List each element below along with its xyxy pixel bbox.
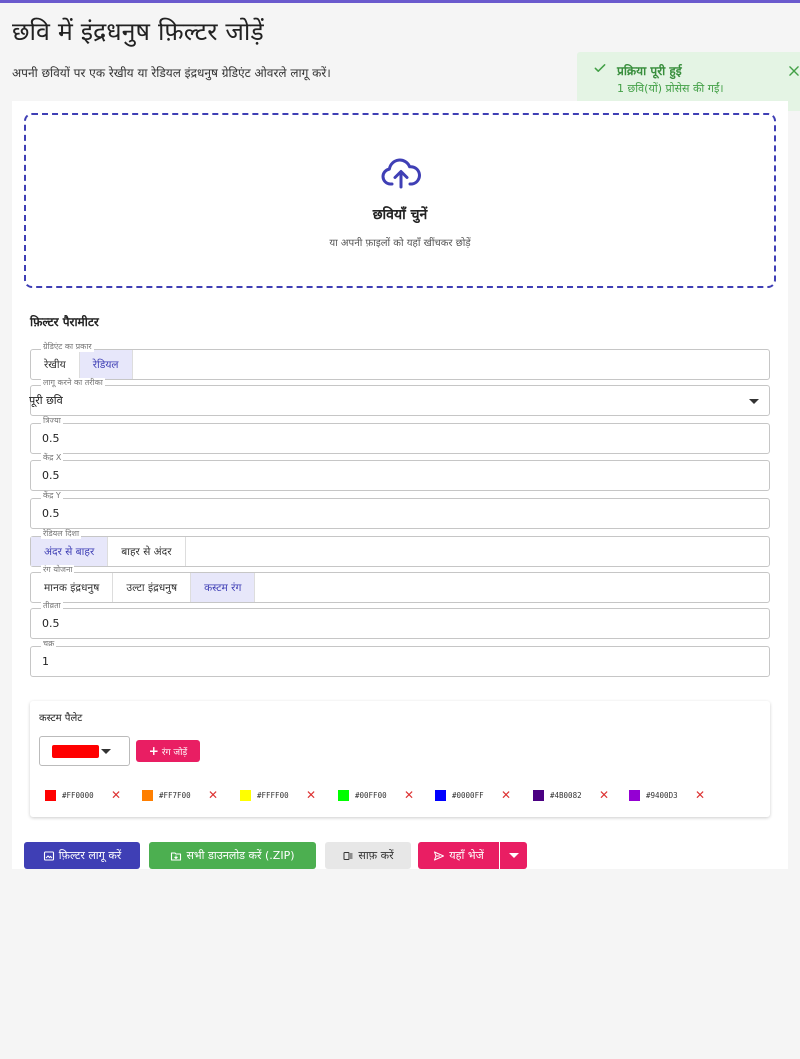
- upload-title: छवियाँ चुनें: [372, 207, 428, 223]
- gradient-type-label: ग्रेडिएंट का प्रकार: [41, 342, 94, 352]
- remove-color-icon[interactable]: ✕: [404, 788, 414, 802]
- upload-subtitle: या अपनी फ़ाइलों को यहाँ खींचकर छोड़ें: [329, 238, 471, 249]
- custom-palette-title: कस्टम पैलेट: [39, 713, 83, 724]
- clear-button[interactable]: साफ़ करें: [325, 842, 411, 869]
- send-options-dropdown[interactable]: [500, 842, 527, 869]
- chevron-down-icon: [508, 853, 519, 858]
- color-swatch: [533, 790, 544, 801]
- color-swatch: [435, 790, 446, 801]
- remove-color-icon[interactable]: ✕: [695, 788, 705, 802]
- scheme-standard-option[interactable]: मानक इंद्रधनुष: [31, 573, 114, 602]
- apply-mode-label: लागू करने का तरीका: [41, 378, 105, 388]
- radius-value: 0.5: [42, 432, 60, 445]
- cycles-label: चक्र: [41, 639, 57, 649]
- remove-color-icon[interactable]: ✕: [599, 788, 609, 802]
- color-hex: #9400D3: [646, 791, 678, 800]
- scheme-reversed-option[interactable]: उल्टा इंद्रधनुष: [113, 573, 192, 602]
- color-swatch: [338, 790, 349, 801]
- color-picker[interactable]: [39, 736, 130, 766]
- radial-direction-label: रेडियल दिशा: [41, 529, 82, 539]
- send-icon: [434, 851, 445, 860]
- plus-icon: +: [148, 744, 159, 758]
- chevron-down-icon: [749, 399, 759, 404]
- download-all-button[interactable]: सभी डाउनलोड करें (.ZIP): [149, 842, 316, 869]
- page-title: छवि में इंद्रधनुष फ़िल्टर जोड़ें: [12, 17, 264, 46]
- radial-direction-toggle: अंदर से बाहर बाहर से अंदर: [31, 537, 769, 566]
- direction-inside-out-option[interactable]: अंदर से बाहर: [31, 537, 109, 566]
- filter-params-title: फ़िल्टर पैरामीटर: [30, 315, 99, 329]
- color-hex: #FFFF00: [257, 791, 289, 800]
- upload-dropzone[interactable]: छवियाँ चुनें या अपनी फ़ाइलों को यहाँ खीं…: [24, 113, 776, 288]
- toast-title: प्रक्रिया पूरी हुई: [617, 64, 682, 78]
- remove-color-icon[interactable]: ✕: [111, 788, 121, 802]
- eraser-icon: [343, 851, 353, 860]
- radial-direction-field: रेडियल दिशा अंदर से बाहर बाहर से अंदर: [30, 529, 770, 567]
- add-color-label: रंग जोड़ें: [161, 747, 188, 758]
- apply-mode-value: पूरी छवि: [29, 394, 63, 407]
- color-hex: #FF0000: [62, 791, 94, 800]
- remove-color-icon[interactable]: ✕: [501, 788, 511, 802]
- toast-message: 1 छवि(यों) प्रोसेस की गईं।: [617, 82, 724, 95]
- apply-filter-label: फ़िल्टर लागू करें: [58, 849, 122, 862]
- center-y-value: 0.5: [42, 507, 60, 520]
- center-x-input[interactable]: केंद्र X 0.5: [30, 453, 770, 491]
- color-picker-swatch: [52, 745, 99, 758]
- apply-filter-button[interactable]: फ़िल्टर लागू करें: [24, 842, 140, 869]
- cycles-value: 1: [42, 655, 49, 668]
- radius-label: त्रिज्या: [41, 416, 63, 426]
- color-swatch: [45, 790, 56, 801]
- check-icon: [594, 64, 606, 72]
- folder-download-icon: [171, 851, 182, 861]
- remove-color-icon[interactable]: ✕: [306, 788, 316, 802]
- color-swatch: [629, 790, 640, 801]
- direction-outside-in-option[interactable]: बाहर से अंदर: [108, 537, 186, 566]
- color-hex: #4B0082: [550, 791, 582, 800]
- center-y-input[interactable]: केंद्र Y 0.5: [30, 491, 770, 529]
- image-icon: [43, 850, 54, 861]
- color-hex: #00FF00: [355, 791, 387, 800]
- gradient-linear-option[interactable]: रेखीय: [31, 350, 80, 379]
- intensity-input[interactable]: तीव्रता 0.5: [30, 601, 770, 639]
- send-to-button[interactable]: यहाँ भेजें: [418, 842, 499, 869]
- intensity-value: 0.5: [42, 617, 60, 630]
- apply-mode-select[interactable]: लागू करने का तरीका पूरी छवि: [29, 378, 770, 416]
- close-icon[interactable]: [787, 64, 800, 78]
- intensity-label: तीव्रता: [41, 601, 63, 611]
- gradient-radial-option[interactable]: रेडियल: [79, 350, 133, 379]
- chevron-down-icon: [101, 749, 111, 754]
- radius-input[interactable]: त्रिज्या 0.5: [30, 416, 770, 454]
- center-x-label: केंद्र X: [41, 453, 64, 463]
- top-accent-bar: [0, 0, 800, 3]
- add-color-button[interactable]: + रंग जोड़ें: [136, 740, 200, 762]
- color-hex: #FF7F00: [159, 791, 191, 800]
- center-y-label: केंद्र Y: [41, 491, 63, 501]
- send-to-label: यहाँ भेजें: [449, 849, 484, 862]
- color-hex: #0000FF: [452, 791, 484, 800]
- color-scheme-label: रंग योजना: [41, 565, 75, 575]
- page-description: अपनी छवियों पर एक रेखीय या रेडियल इंद्रध…: [12, 66, 331, 80]
- cycles-input[interactable]: चक्र 1: [30, 639, 770, 677]
- custom-palette-panel: कस्टम पैलेट + रंग जोड़ें #FF0000 ✕ #FF7F…: [30, 701, 770, 817]
- color-scheme-toggle: मानक इंद्रधनुष उल्टा इंद्रधनुष कस्टम रंग: [31, 573, 769, 602]
- scheme-custom-option[interactable]: कस्टम रंग: [191, 573, 256, 602]
- gradient-type-toggle: रेखीय रेडियल: [31, 350, 769, 379]
- cloud-upload-icon: [381, 158, 421, 189]
- remove-color-icon[interactable]: ✕: [208, 788, 218, 802]
- color-scheme-field: रंग योजना मानक इंद्रधनुष उल्टा इंद्रधनुष…: [30, 565, 770, 603]
- download-all-label: सभी डाउनलोड करें (.ZIP): [186, 849, 295, 862]
- color-swatch: [240, 790, 251, 801]
- clear-label: साफ़ करें: [358, 849, 394, 862]
- gradient-type-field: ग्रेडिएंट का प्रकार रेखीय रेडियल: [30, 342, 770, 380]
- center-x-value: 0.5: [42, 469, 60, 482]
- color-swatch: [142, 790, 153, 801]
